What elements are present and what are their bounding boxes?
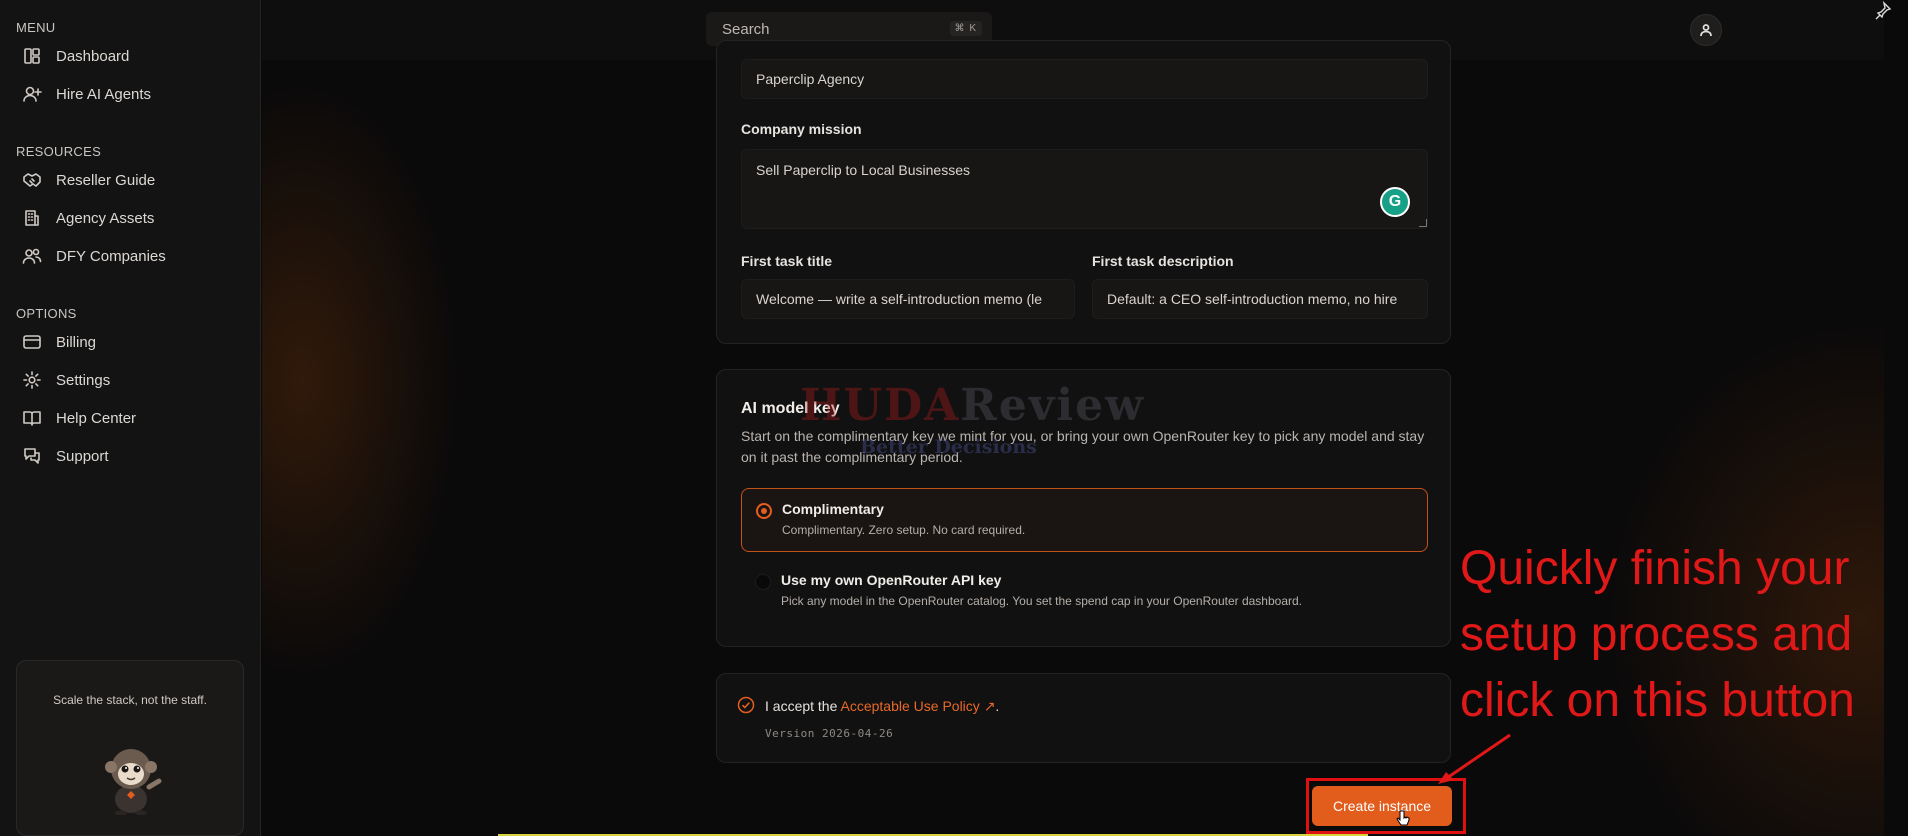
users-icon [22,248,42,264]
sidebar-item-label: Agency Assets [56,209,155,227]
grammarly-icon[interactable]: G [1380,187,1410,217]
sidebar-item-help-center[interactable]: Help Center [22,403,136,433]
handshake-icon [23,173,41,187]
sidebar-item-support[interactable]: Support [22,441,109,471]
annotation-arrow [1438,733,1511,784]
company-mission-value: Sell Paperclip to Local Businesses [756,162,971,178]
dashboard-icon [24,48,40,64]
sidebar-item-billing[interactable]: Billing [22,327,96,357]
ai-model-key-title: AI model key [741,400,840,417]
sidebar-item-label: DFY Companies [56,247,166,265]
ai-model-key-card: AI model key Start on the complimentary … [716,369,1451,647]
sidebar-item-agency-assets[interactable]: Agency Assets [22,203,154,233]
promo-tagline: Scale the stack, not the staff. [53,693,207,707]
user-plus-icon [23,86,42,102]
sidebar-item-label: Help Center [56,409,137,427]
cursor-hand-icon [1396,810,1410,826]
first-task-description-input[interactable]: Default: a CEO self-introduction memo, n… [1092,279,1428,319]
first-task-description-label: First task description [1092,253,1234,269]
sidebar-item-label: Hire AI Agents [56,85,152,103]
check-circle-icon[interactable] [737,696,755,714]
sidebar-item-settings[interactable]: Settings [22,365,110,395]
textarea-resize-handle[interactable] [1419,219,1427,227]
ai-model-key-description: Start on the complimentary key we mint f… [741,428,1425,465]
external-link-icon: ↗ [983,698,996,714]
policy-version: Version 2026-04-26 [765,727,894,740]
resources-section-title: RESOURCES [16,144,102,159]
sidebar-item-reseller-guide[interactable]: Reseller Guide [22,165,155,195]
book-icon [23,411,41,426]
sidebar-item-hire-ai-agents[interactable]: Hire AI Agents [22,79,151,109]
radio-own-openrouter-key[interactable] [755,574,771,590]
annotation-text: Quickly finish your setup process and cl… [1460,542,1855,727]
sidebar-item-dashboard[interactable]: Dashboard [22,41,129,71]
building-icon [25,210,39,226]
search-placeholder: Search [722,20,770,38]
option-title: Use my own OpenRouter API key [781,572,1002,588]
first-task-title-value: Welcome — write a self-introduction memo… [756,291,1043,307]
first-task-title-label: First task title [741,253,833,269]
sidebar-item-label: Support [56,447,109,465]
sidebar: MENU Dashboard Hire AI Agents RESOURCES … [0,0,261,836]
sidebar-item-label: Dashboard [56,47,130,65]
company-name-input[interactable]: Paperclip Agency [741,59,1428,99]
gear-icon [23,371,41,389]
company-name-value: Paperclip Agency [756,71,865,87]
monkey-mascot-icon [105,749,162,815]
company-mission-label: Company mission [741,121,862,137]
create-instance-button[interactable]: Create instance [1312,786,1452,826]
option-complimentary[interactable]: Complimentary Complimentary. Zero setup.… [741,488,1428,552]
user-icon [1700,24,1712,37]
company-details-card: Paperclip Agency Company mission Sell Pa… [716,40,1451,344]
menu-section-title: MENU [16,20,56,35]
user-profile-button[interactable] [1690,14,1722,46]
first-task-title-input[interactable]: Welcome — write a self-introduction memo… [741,279,1075,319]
chat-icon [24,448,40,464]
options-section-title: OPTIONS [16,306,77,321]
sidebar-item-dfy-companies[interactable]: DFY Companies [22,241,166,271]
pin-icon[interactable] [1872,0,1896,20]
sidebar-item-label: Reseller Guide [56,171,156,189]
option-title: Complimentary [782,501,884,517]
policy-card: I accept the Acceptable Use Policy ↗. Ve… [716,673,1451,763]
first-task-description-value: Default: a CEO self-introduction memo, n… [1107,291,1398,307]
accept-policy-text: I accept the Acceptable Use Policy ↗. [765,698,1000,714]
search-shortcut-badge: ⌘ K [949,21,982,36]
option-own-openrouter-key[interactable]: Use my own OpenRouter API key Pick any m… [741,560,1428,624]
radio-complimentary[interactable] [756,503,772,519]
sidebar-item-label: Billing [56,333,97,351]
sidebar-item-label: Settings [56,371,111,389]
acceptable-use-policy-link[interactable]: Acceptable Use Policy ↗ [841,698,996,714]
option-subtitle: Pick any model in the OpenRouter catalog… [781,594,1303,608]
option-subtitle: Complimentary. Zero setup. No card requi… [782,523,1026,537]
company-mission-textarea[interactable]: Sell Paperclip to Local Businesses [741,149,1428,229]
promo-card: Scale the stack, not the staff. [16,660,244,836]
credit-card-icon [23,335,41,349]
